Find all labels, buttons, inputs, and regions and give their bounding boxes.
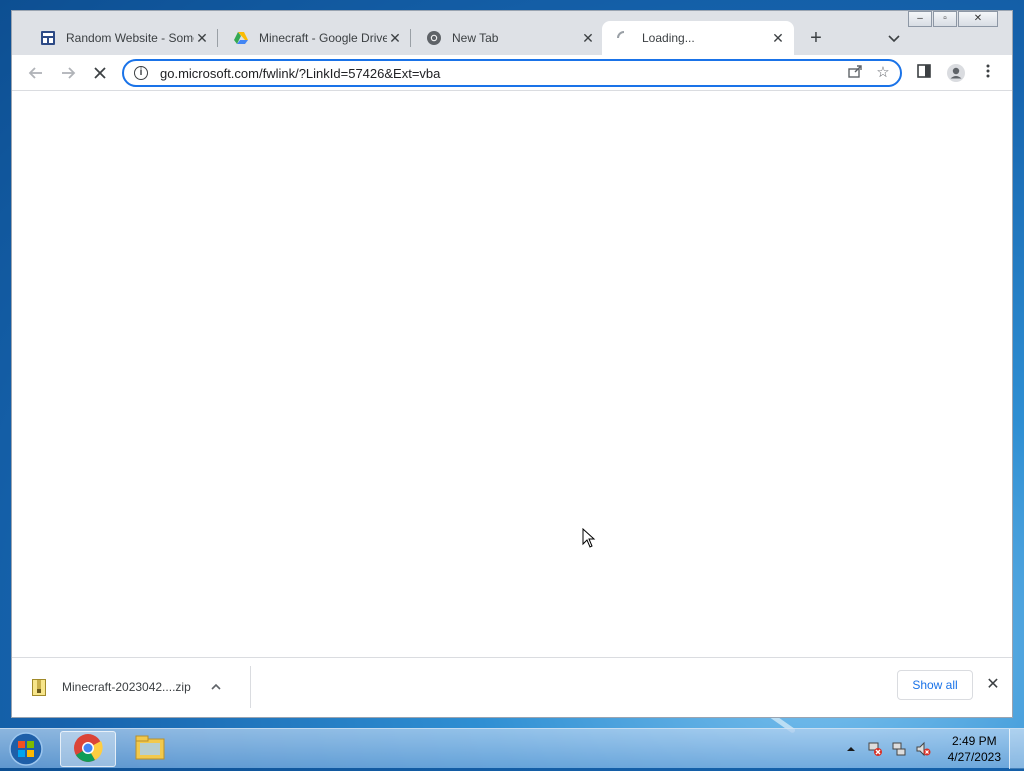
- window-close-button[interactable]: ✕: [958, 11, 998, 27]
- download-bar-close-button[interactable]: ✕: [984, 676, 1002, 694]
- stop-loading-icon[interactable]: [90, 63, 110, 83]
- download-file-name: Minecraft-2023042....zip: [62, 680, 191, 694]
- website-icon: [40, 30, 56, 46]
- close-icon[interactable]: ✕: [387, 30, 403, 46]
- loading-spinner-icon: [616, 30, 632, 46]
- tab-title: Random Website - Some: [66, 31, 194, 45]
- side-panel-icon[interactable]: [914, 63, 934, 83]
- window-controls: – ▫ ✕: [907, 11, 998, 27]
- address-bar[interactable]: i ☆: [122, 59, 902, 87]
- page-content: [12, 91, 1012, 658]
- tab-minecraft-google-drive[interactable]: Minecraft - Google Drive ✕: [219, 21, 411, 55]
- tab-search-chevron-icon[interactable]: [885, 29, 903, 47]
- download-item[interactable]: Minecraft-2023042....zip: [32, 672, 223, 702]
- taskbar-explorer-button[interactable]: [122, 731, 178, 767]
- zip-file-icon: [32, 678, 46, 696]
- download-divider: [250, 666, 251, 708]
- back-icon[interactable]: [26, 63, 46, 83]
- taskbar-chrome-button[interactable]: [60, 731, 116, 767]
- tab-new-tab[interactable]: New Tab ✕: [412, 21, 604, 55]
- chrome-icon: [426, 30, 442, 46]
- browser-toolbar: i ☆: [12, 55, 1012, 91]
- tab-loading[interactable]: Loading... ✕: [602, 21, 794, 55]
- show-desktop-button[interactable]: [1009, 729, 1024, 769]
- close-icon[interactable]: ✕: [580, 30, 596, 46]
- action-center-flag-icon[interactable]: [866, 740, 884, 758]
- tab-title: New Tab: [452, 31, 499, 45]
- close-icon[interactable]: ✕: [194, 30, 210, 46]
- tab-strip: Random Website - Some ✕ Minecraft - Goog…: [12, 11, 1012, 55]
- taskbar: 2:49 PM 4/27/2023: [0, 728, 1024, 769]
- menu-icon[interactable]: [978, 63, 998, 83]
- tab-title: Minecraft - Google Drive: [259, 31, 387, 45]
- url-input[interactable]: [158, 64, 844, 82]
- forward-icon[interactable]: [58, 63, 78, 83]
- start-orb-icon[interactable]: [6, 730, 46, 768]
- minimize-button[interactable]: –: [908, 11, 932, 27]
- info-icon[interactable]: i: [134, 66, 148, 80]
- mouse-cursor-icon: [582, 527, 596, 551]
- chrome-window: Random Website - Some ✕ Minecraft - Goog…: [11, 10, 1013, 718]
- chrome-icon: [73, 733, 103, 766]
- tab-title: Loading...: [642, 31, 695, 45]
- show-hidden-icons[interactable]: [842, 740, 860, 758]
- tab-random-website[interactable]: Random Website - Some ✕: [26, 21, 218, 55]
- chevron-up-icon[interactable]: [209, 680, 223, 694]
- profile-icon[interactable]: [946, 63, 966, 83]
- system-tray: 2:49 PM 4/27/2023: [842, 729, 1024, 769]
- new-tab-button[interactable]: +: [804, 27, 828, 49]
- volume-muted-icon[interactable]: [914, 740, 932, 758]
- maximize-button[interactable]: ▫: [933, 11, 957, 27]
- bookmark-star-icon[interactable]: ☆: [872, 63, 894, 83]
- show-all-button[interactable]: Show all: [897, 670, 973, 700]
- clock-time: 2:49 PM: [951, 734, 997, 748]
- network-icon[interactable]: [890, 740, 908, 758]
- file-explorer-icon: [134, 734, 166, 765]
- close-icon[interactable]: ✕: [770, 30, 786, 46]
- download-bar: Minecraft-2023042....zip Show all ✕: [12, 657, 1012, 717]
- taskbar-clock[interactable]: 2:49 PM 4/27/2023: [948, 733, 1001, 765]
- google-drive-icon: [233, 30, 249, 46]
- clock-date: 4/27/2023: [947, 750, 1001, 764]
- share-icon[interactable]: [844, 63, 866, 83]
